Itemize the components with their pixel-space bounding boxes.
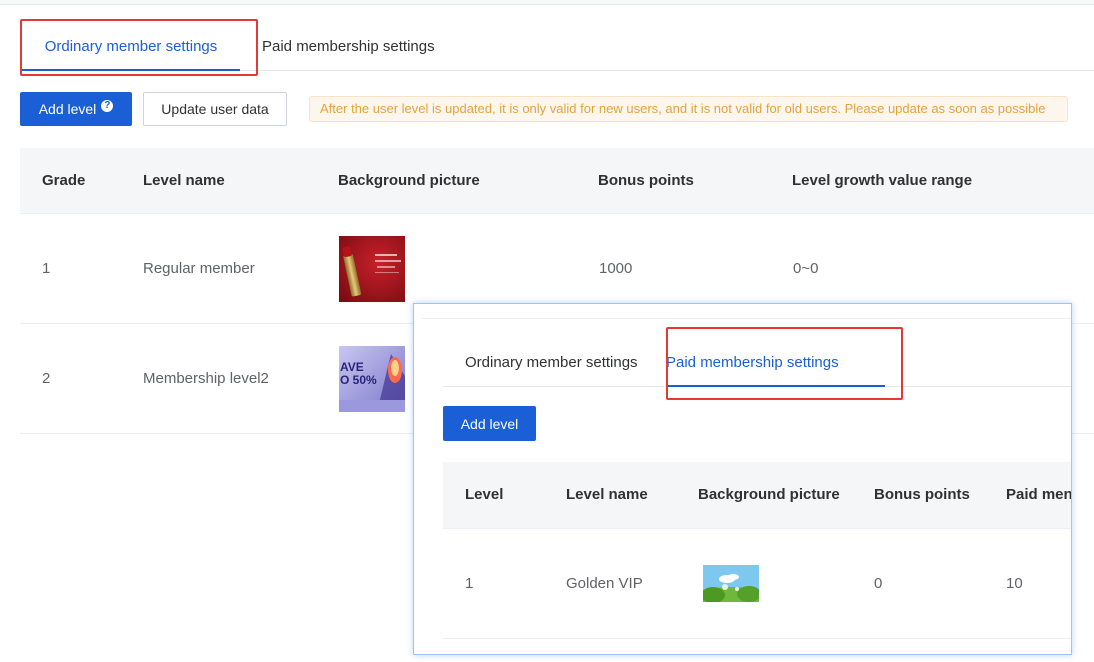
- paid-membership-cell: 10: [1006, 575, 1023, 592]
- panel-member-settings-tabs: Ordinary member settings Paid membership…: [443, 342, 1071, 387]
- table-row: 1 Golden VIP 0 10: [443, 529, 1071, 639]
- column-header-bonus-points: Bonus points: [874, 486, 970, 503]
- update-notice: After the user level is updated, it is o…: [309, 96, 1068, 122]
- column-header-level-name: Level name: [143, 172, 225, 189]
- column-header-grade: Grade: [42, 172, 86, 189]
- column-header-growth-range: Level growth value range: [792, 172, 973, 189]
- update-user-data-button[interactable]: Update user data: [143, 92, 287, 126]
- thumbnail-promo-text: AVE O 50%: [340, 360, 377, 387]
- column-header-level: Level: [465, 486, 504, 503]
- table-header: Grade Level name Background picture Bonu…: [20, 148, 1094, 214]
- top-divider: [0, 0, 1094, 5]
- grade-cell: 1: [42, 260, 51, 277]
- panel-top-divider: [422, 318, 1071, 319]
- column-header-paid-membership: Paid men: [1006, 486, 1072, 503]
- column-header-background-picture: Background picture: [338, 172, 480, 189]
- level-name-cell: Golden VIP: [566, 575, 643, 592]
- bonus-points-cell: 0: [874, 575, 883, 592]
- member-settings-tabs: Ordinary member settings Paid membership…: [20, 26, 1094, 71]
- tab-paid-membership-settings[interactable]: Paid membership settings: [262, 26, 435, 70]
- level-name-cell: Membership level2: [143, 370, 269, 387]
- add-level-label: Add level: [38, 101, 97, 117]
- tab-ordinary-member-settings[interactable]: Ordinary member settings: [22, 26, 240, 71]
- background-picture-thumbnail[interactable]: AVE O 50%: [339, 346, 405, 412]
- panel-tab-ordinary-member-settings[interactable]: Ordinary member settings: [465, 342, 638, 386]
- help-icon[interactable]: ?: [101, 100, 114, 112]
- column-header-bonus-points: Bonus points: [598, 172, 694, 189]
- background-picture-thumbnail[interactable]: [703, 565, 759, 602]
- level-cell: 1: [465, 575, 474, 592]
- panel-add-level-button[interactable]: Add level: [443, 406, 536, 441]
- panel-tab-paid-membership-settings[interactable]: Paid membership settings: [666, 342, 885, 387]
- paid-membership-preview-panel: Ordinary member settings Paid membership…: [413, 303, 1072, 655]
- add-level-button[interactable]: Add level ?: [20, 92, 132, 126]
- background-picture-thumbnail[interactable]: [339, 236, 405, 302]
- grade-cell: 2: [42, 370, 51, 387]
- panel-table-header: Level Level name Background picture Bonu…: [443, 462, 1072, 529]
- level-name-cell: Regular member: [143, 260, 255, 277]
- column-header-level-name: Level name: [566, 486, 648, 503]
- column-header-background-picture: Background picture: [698, 486, 840, 503]
